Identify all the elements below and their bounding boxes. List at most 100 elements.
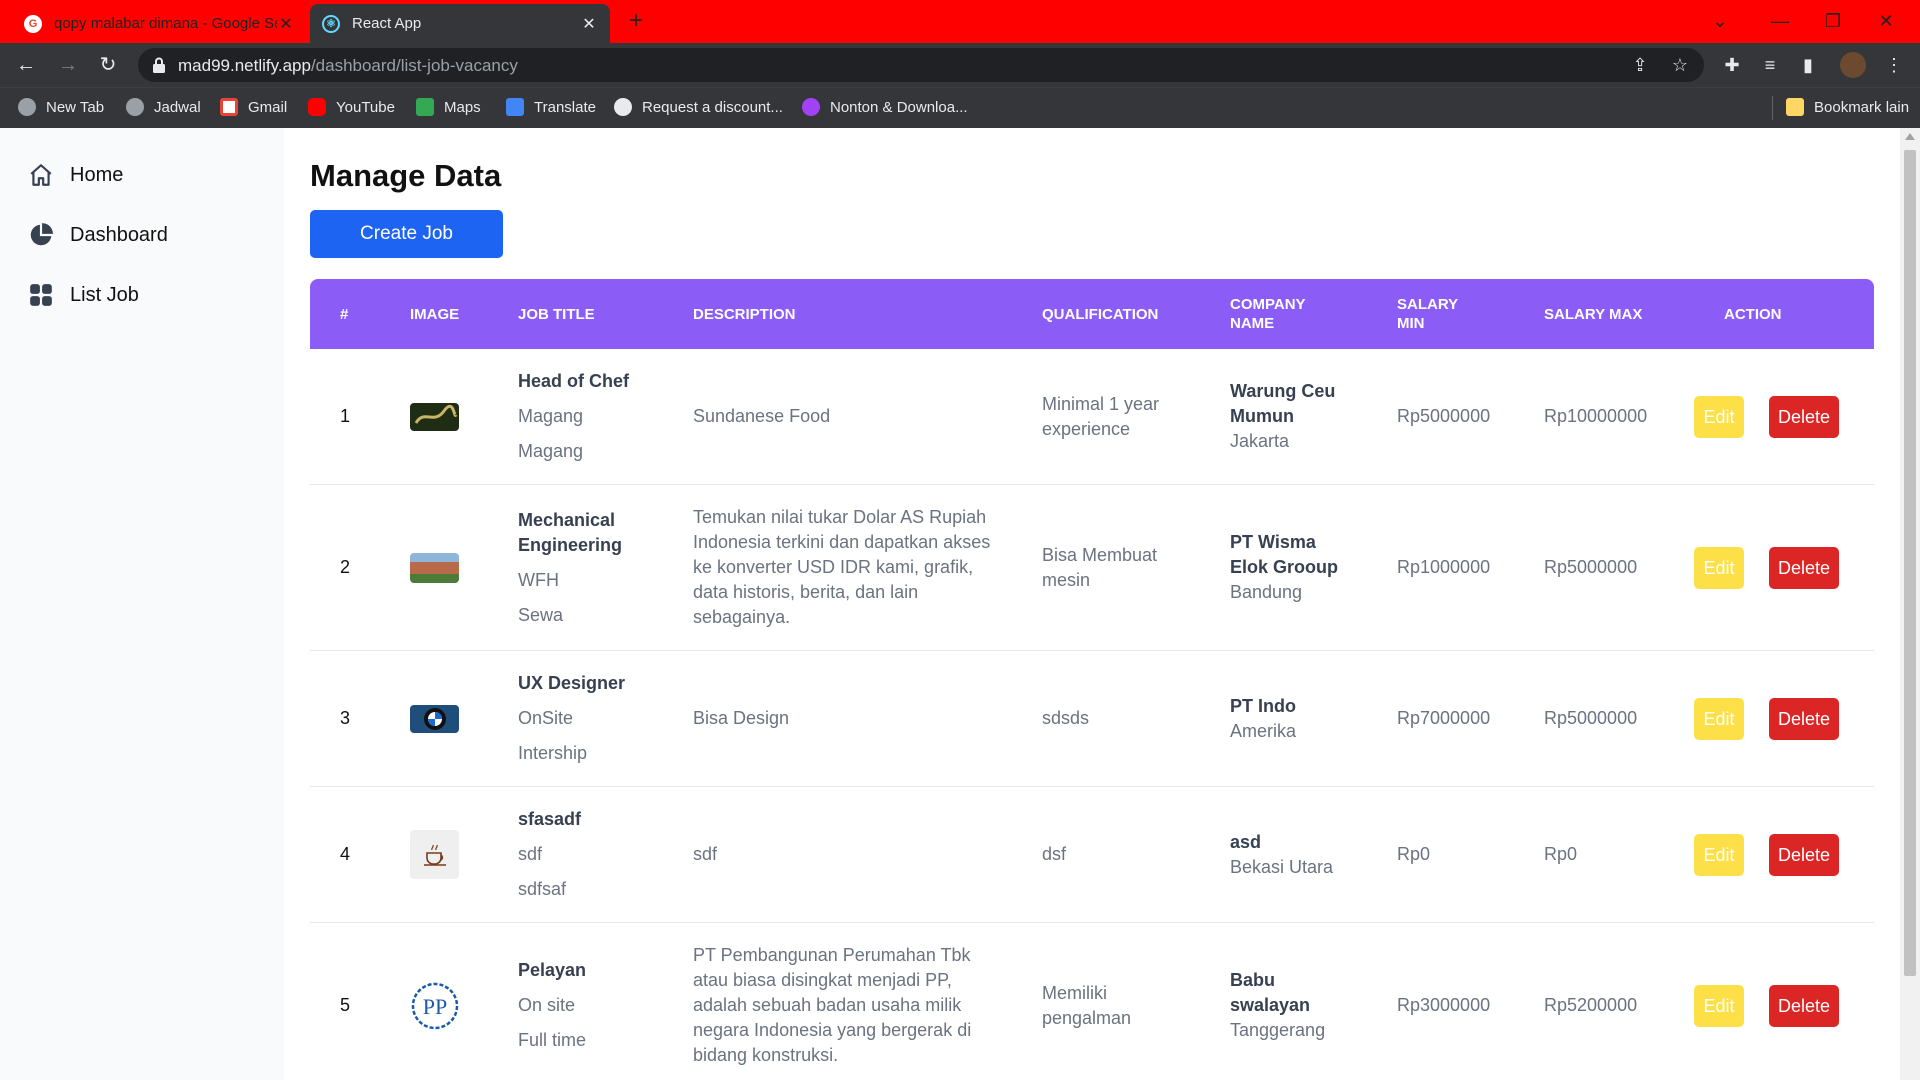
- bookmark-other-folder[interactable]: Bookmark lain: [1786, 98, 1909, 116]
- company-name: Babu swalayan: [1230, 970, 1311, 1015]
- new-tab-button[interactable]: +: [622, 8, 650, 36]
- browser-toolbar: ← → ↻ mad99.netlify.app/dashboard/list-j…: [0, 43, 1920, 87]
- bookmark-translate[interactable]: Translate: [506, 98, 596, 116]
- job-tenure: Full time: [518, 1030, 587, 1050]
- company-cell: asd Bekasi Utara: [1230, 787, 1360, 922]
- scrollbar-thumb[interactable]: [1904, 150, 1916, 976]
- job-title: Pelayan: [518, 960, 587, 980]
- restore-icon[interactable]: ❐: [1813, 6, 1853, 36]
- company-name: PT Wisma Elok Grooup: [1230, 532, 1338, 577]
- job-type: sdf: [518, 844, 543, 864]
- company-name: asd: [1230, 831, 1262, 852]
- delete-button[interactable]: Delete: [1769, 546, 1839, 589]
- delete-button[interactable]: Delete: [1769, 833, 1839, 876]
- tab-react-app[interactable]: ⚛ React App ✕: [310, 4, 610, 43]
- minimize-icon[interactable]: —: [1760, 6, 1800, 36]
- media-queue-icon[interactable]: ≡: [1756, 51, 1784, 79]
- edit-button[interactable]: Edit: [1694, 984, 1744, 1027]
- side-panel-icon[interactable]: ▮: [1794, 51, 1822, 79]
- job-description: Bisa Design: [693, 708, 790, 728]
- edit-button[interactable]: Edit: [1694, 833, 1744, 876]
- url-host: mad99.netlify.app: [178, 56, 311, 75]
- bookmark-new-tab[interactable]: New Tab: [18, 98, 104, 116]
- salary-min: Rp3000000: [1397, 995, 1491, 1015]
- share-icon[interactable]: ⇪: [1628, 53, 1652, 77]
- edit-button[interactable]: Edit: [1694, 697, 1744, 740]
- bookmark-jadwal[interactable]: Jadwal: [126, 98, 201, 116]
- row-number: 2: [340, 557, 351, 577]
- svg-text:PP: PP: [422, 994, 446, 1019]
- job-description: Sundanese Food: [693, 406, 831, 426]
- column-header-image: IMAGE: [410, 305, 460, 323]
- salary-min: Rp0: [1397, 844, 1431, 864]
- bookmark-label: Nonton & Downloa...: [830, 98, 968, 116]
- company-city: Amerika: [1230, 720, 1297, 741]
- page-title: Manage Data: [310, 158, 502, 193]
- sidebar-item-list-job[interactable]: List Job: [28, 280, 139, 310]
- company-cell: PT Wisma Elok Grooup Bandung: [1230, 485, 1350, 650]
- tab-google-search[interactable]: G qopy malabar dimana - Google Search ✕: [12, 4, 307, 43]
- column-header-number: #: [340, 305, 349, 323]
- address-bar[interactable]: mad99.netlify.app/dashboard/list-job-vac…: [138, 48, 1704, 82]
- job-title-cell: UX Designer OnSite Intership: [518, 651, 625, 786]
- delete-button[interactable]: Delete: [1769, 395, 1839, 438]
- sidebar-item-dashboard[interactable]: Dashboard: [28, 220, 168, 250]
- job-title: Head of Chef: [518, 371, 630, 391]
- sidebar-item-home[interactable]: Home: [28, 160, 123, 190]
- salary-max: Rp5000000: [1544, 708, 1638, 728]
- extensions-icon[interactable]: ✚: [1718, 51, 1746, 79]
- company-city: Bandung: [1230, 582, 1303, 602]
- company-city: Jakarta: [1230, 431, 1290, 451]
- close-icon[interactable]: ✕: [277, 14, 295, 34]
- bookmarks-divider: [1772, 96, 1773, 120]
- column-header-salary-min: SALARY MIN: [1397, 279, 1458, 349]
- salary-max: Rp5000000: [1544, 557, 1638, 577]
- company-city: Bekasi Utara: [1230, 856, 1334, 877]
- job-title: sfasadf: [518, 809, 582, 829]
- company-name: Warung Ceu Mumun: [1230, 381, 1336, 426]
- restaurant-logo: [410, 402, 459, 431]
- column-header-salary-max: SALARY MAX: [1544, 305, 1643, 323]
- job-image-cell: [410, 349, 459, 484]
- delete-button[interactable]: Delete: [1769, 984, 1839, 1027]
- tab-search-icon[interactable]: ⌄: [1700, 6, 1740, 36]
- job-type: WFH: [518, 569, 559, 590]
- column-header-description: DESCRIPTION: [693, 305, 796, 323]
- profile-avatar[interactable]: [1840, 52, 1866, 78]
- menu-kebab-icon[interactable]: ⋮: [1880, 51, 1908, 79]
- google-icon: G: [24, 14, 42, 33]
- column-header-action: ACTION: [1724, 305, 1782, 323]
- vertical-scrollbar[interactable]: [1900, 128, 1920, 1080]
- bookmark-nonton[interactable]: Nonton & Downloa...: [802, 98, 968, 116]
- star-icon[interactable]: ☆: [1668, 53, 1692, 77]
- job-description: PT Pembangunan Perumahan Tbk atau biasa …: [693, 945, 972, 1065]
- globe-icon: [126, 98, 144, 116]
- table-row: 1 Head of Chef Magang Magang Sundanese F…: [310, 349, 1874, 485]
- delete-button[interactable]: Delete: [1769, 697, 1839, 740]
- edit-button[interactable]: Edit: [1694, 395, 1744, 438]
- close-icon[interactable]: ✕: [580, 14, 598, 34]
- bookmark-gmail[interactable]: Gmail: [220, 98, 287, 116]
- translate-icon: [506, 98, 524, 116]
- window-close-icon[interactable]: ✕: [1866, 6, 1906, 36]
- scroll-up-arrow-icon[interactable]: [1905, 133, 1915, 140]
- company-name: PT Indo: [1230, 695, 1296, 716]
- bookmark-maps[interactable]: Maps: [416, 98, 481, 116]
- row-number: 5: [340, 995, 351, 1015]
- bookmark-request-discount[interactable]: Request a discount...: [614, 98, 783, 116]
- create-job-button[interactable]: Create Job: [310, 210, 503, 258]
- column-header-qualification: QUALIFICATION: [1042, 305, 1159, 323]
- header-line: MIN: [1397, 315, 1425, 332]
- edit-button[interactable]: Edit: [1694, 546, 1744, 589]
- table-row: 2 Mechanical Engineering WFH Sewa Temuka…: [310, 485, 1874, 651]
- action-cell: Edit Delete: [1694, 923, 1839, 1080]
- bookmark-youtube[interactable]: YouTube: [308, 98, 395, 116]
- bookmark-label: Translate: [534, 98, 596, 116]
- pie-chart-icon: [30, 223, 53, 246]
- reload-icon[interactable]: ↻: [94, 51, 122, 79]
- url-path: /dashboard/list-job-vacancy: [310, 56, 518, 75]
- job-qualification: sdsds: [1042, 708, 1090, 728]
- forward-icon[interactable]: →: [54, 51, 82, 79]
- table-row: 5 PP Pelayan On site Full time PT Pemban…: [310, 923, 1874, 1080]
- back-icon[interactable]: ←: [12, 51, 40, 79]
